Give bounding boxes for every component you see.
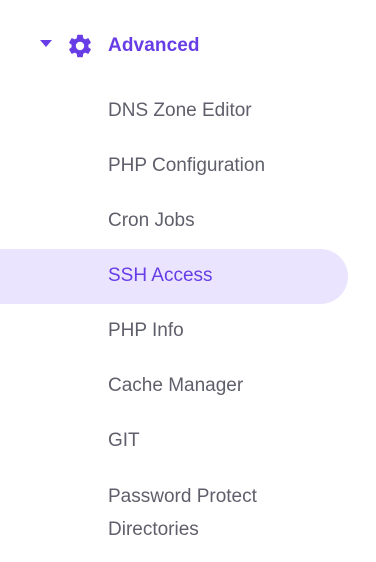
menu-item-label: Cron Jobs: [108, 210, 195, 231]
menu-item-password-protect-directories[interactable]: Password Protect Directories: [0, 469, 376, 549]
advanced-submenu: DNS Zone Editor PHP Configuration Cron J…: [0, 84, 376, 549]
menu-item-label: PHP Info: [108, 320, 184, 341]
menu-item-dns-zone-editor[interactable]: DNS Zone Editor: [0, 84, 376, 139]
menu-item-label: DNS Zone Editor: [108, 100, 252, 121]
menu-item-php-info[interactable]: PHP Info: [0, 304, 376, 359]
gear-icon: [69, 34, 91, 58]
menu-item-label: PHP Configuration: [108, 155, 266, 176]
caret-down-icon[interactable]: [40, 40, 52, 47]
menu-item-ssh-access[interactable]: SSH Access: [0, 249, 376, 304]
advanced-section-header[interactable]: Advanced: [0, 22, 376, 68]
menu-item-label: Password Protect Directories: [108, 486, 257, 540]
menu-item-cache-manager[interactable]: Cache Manager: [0, 359, 376, 414]
section-title: Advanced: [108, 35, 200, 56]
menu-item-git[interactable]: GIT: [0, 414, 376, 469]
menu-item-label: SSH Access: [108, 265, 213, 286]
menu-item-label: Cache Manager: [108, 375, 244, 396]
menu-item-cron-jobs[interactable]: Cron Jobs: [0, 194, 376, 249]
menu-item-php-configuration[interactable]: PHP Configuration: [0, 139, 376, 194]
menu-item-label: GIT: [108, 430, 140, 451]
